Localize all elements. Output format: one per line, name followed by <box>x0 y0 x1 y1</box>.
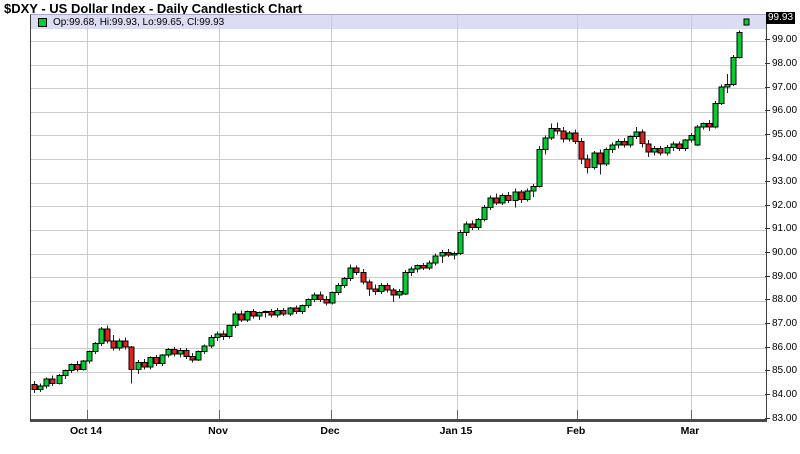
y-axis-label: 86.00 <box>765 341 797 353</box>
y-axis-label: 85.00 <box>765 365 797 377</box>
x-axis-label: Dec <box>320 425 340 437</box>
candlestick-chart-page: $DXY - US Dollar Index - Daily Candlesti… <box>0 0 800 454</box>
y-axis-label: 90.00 <box>765 247 797 259</box>
y-axis-label: 92.00 <box>765 199 797 211</box>
ohlc-legend: Op:99.68, Hi:99.93, Lo:99.65, Cl:99.93 <box>38 17 224 28</box>
x-axis-label: Mar <box>680 425 700 437</box>
y-axis-label: 84.00 <box>765 388 797 400</box>
ohlc-legend-text: Op:99.68, Hi:99.93, Lo:99.65, Cl:99.93 <box>53 17 225 28</box>
y-axis-label: 98.00 <box>765 58 797 70</box>
y-axis-label: 94.00 <box>765 152 797 164</box>
y-axis-label: 91.00 <box>765 223 797 235</box>
y-axis-label: 97.00 <box>765 81 797 93</box>
candle-marker-icon <box>38 18 47 27</box>
y-axis-label: 99.00 <box>765 34 797 46</box>
y-axis-label: 88.00 <box>765 294 797 306</box>
y-axis-label: 87.00 <box>765 317 797 329</box>
plot-area: Op:99.68, Hi:99.93, Lo:99.65, Cl:99.93 <box>30 14 767 422</box>
current-price-tag: 99.93 <box>766 12 796 25</box>
x-axis-label: Nov <box>208 425 228 437</box>
candles-plot <box>31 15 766 419</box>
x-axis-label: Jan 15 <box>439 425 473 437</box>
x-axis-label: Oct 14 <box>69 425 103 437</box>
x-axis-label: Feb <box>566 425 586 437</box>
y-axis-label: 89.00 <box>765 270 797 282</box>
y-axis-label: 93.00 <box>765 176 797 188</box>
y-axis-label: 95.00 <box>765 128 797 140</box>
y-axis-label: 83.00 <box>765 412 797 424</box>
y-axis-label: 96.00 <box>765 105 797 117</box>
